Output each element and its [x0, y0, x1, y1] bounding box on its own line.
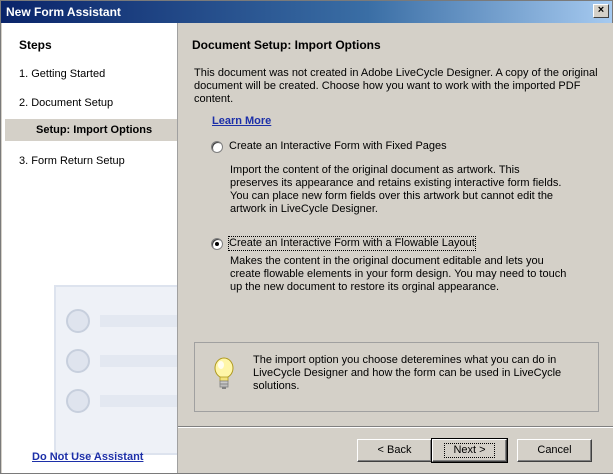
next-button-label[interactable]: Next >: [444, 443, 495, 458]
option-flowable-layout-description: Makes the content in the original docume…: [230, 255, 567, 293]
info-box: The import option you choose deteremines…: [194, 342, 599, 412]
step-document-setup: 2. Document Setup: [19, 97, 114, 109]
illustration-dot: [66, 309, 90, 333]
step-import-options-active: Setup: Import Options: [5, 119, 177, 141]
back-button[interactable]: < Back: [357, 439, 432, 462]
window-title: New Form Assistant: [6, 5, 121, 19]
illustration-row: [66, 349, 177, 373]
illustration-row: [66, 389, 177, 413]
back-button-label[interactable]: < Back: [378, 444, 412, 456]
step-getting-started: 1. Getting Started: [19, 68, 106, 80]
steps-sidebar: Steps 1. Getting Started 2. Document Set…: [2, 23, 177, 473]
steps-heading: Steps: [19, 38, 52, 52]
option-fixed-pages-description: Import the content of the original docum…: [230, 164, 562, 215]
new-form-assistant-window: New Form Assistant × Steps 1. Getting St…: [0, 0, 613, 474]
cancel-button[interactable]: Cancel: [517, 439, 592, 462]
option-flowable-layout-label[interactable]: Create an Interactive Form with a Flowab…: [228, 236, 476, 251]
option-fixed-pages-label[interactable]: Create an Interactive Form with Fixed Pa…: [229, 140, 447, 153]
page-title: Document Setup: Import Options: [192, 38, 381, 52]
form-illustration: [54, 285, 177, 455]
main-panel: Document Setup: Import Options This docu…: [177, 23, 613, 473]
info-text: The import option you choose deteremines…: [253, 354, 562, 392]
cancel-button-label[interactable]: Cancel: [537, 444, 571, 456]
illustration-row: [66, 309, 177, 333]
title-bar[interactable]: New Form Assistant ×: [1, 1, 612, 23]
option-fixed-pages[interactable]: Create an Interactive Form with Fixed Pa…: [211, 140, 447, 153]
illustration-dot: [66, 389, 90, 413]
close-button[interactable]: ×: [593, 4, 609, 18]
button-separator: [178, 426, 613, 428]
radio-fixed-pages[interactable]: [211, 140, 223, 153]
intro-text: This document was not created in Adobe L…: [194, 67, 598, 105]
radio-flowable-layout[interactable]: [211, 237, 223, 250]
step-form-return-setup: 3. Form Return Setup: [19, 155, 125, 167]
do-not-use-assistant-link[interactable]: Do Not Use Assistant: [32, 451, 143, 463]
learn-more-link[interactable]: Learn More: [212, 115, 271, 127]
illustration-bar: [100, 315, 177, 327]
illustration-bar: [100, 395, 177, 407]
illustration-bar: [100, 355, 177, 367]
option-flowable-layout[interactable]: Create an Interactive Form with a Flowab…: [211, 236, 476, 251]
next-button[interactable]: Next >: [431, 438, 508, 463]
illustration-dot: [66, 349, 90, 373]
lightbulb-icon: [214, 357, 234, 389]
